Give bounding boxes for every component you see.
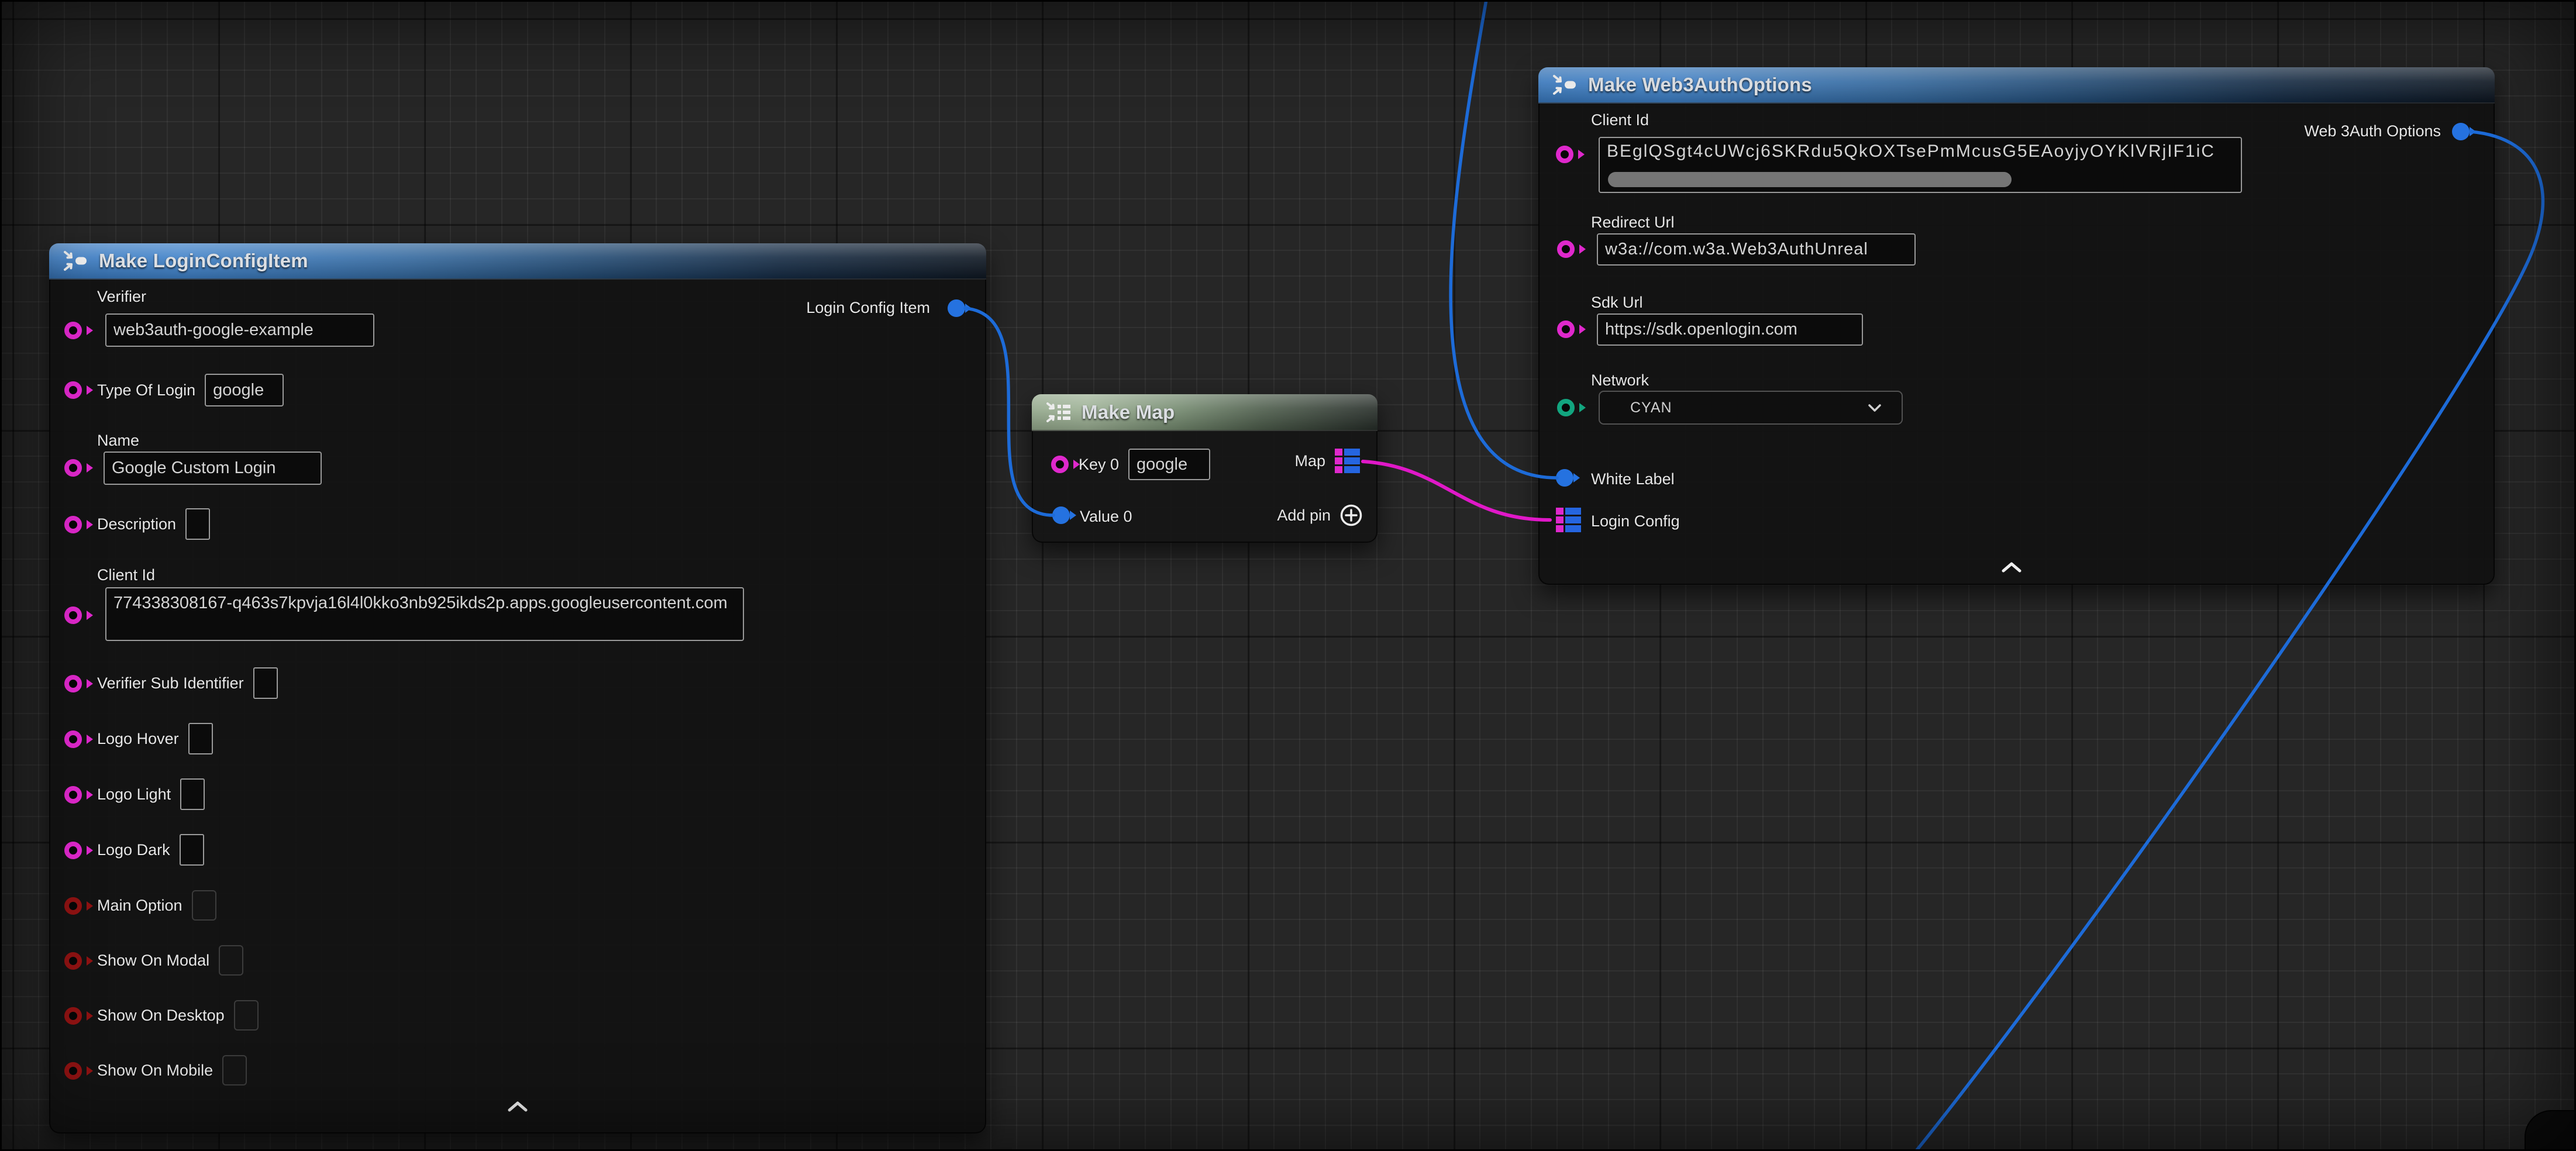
input-pin-name[interactable] xyxy=(64,459,82,477)
pin-label-show-on-mobile: Show On Mobile xyxy=(97,1062,213,1080)
pin-label-show-on-desktop: Show On Desktop xyxy=(97,1007,225,1025)
client-id-text: BEglQSgt4cUWcj6SKRdu5QkOXTsePmMcusG5EAoy… xyxy=(1607,142,2215,161)
pin-label-redirect-url: Redirect Url xyxy=(1591,213,1675,232)
logo-light-input[interactable] xyxy=(180,778,205,810)
pin-label-login-config: Login Config xyxy=(1591,512,1680,530)
input-pin-type-of-login[interactable] xyxy=(64,381,82,399)
pin-label-client-id: Client Id xyxy=(97,566,155,584)
output-pin-login-config-item[interactable] xyxy=(948,299,965,317)
input-pin-value-0[interactable] xyxy=(1052,506,1070,524)
logo-hover-input[interactable] xyxy=(188,723,213,754)
pin-label-network: Network xyxy=(1591,371,1649,390)
make-struct-icon xyxy=(62,249,89,273)
add-pin-plus-icon[interactable] xyxy=(1339,503,1363,528)
input-pin-redirect-url[interactable] xyxy=(1557,240,1575,258)
input-pin-sdk-url[interactable] xyxy=(1557,321,1575,338)
node-make-web3authoptions[interactable]: Make Web3AuthOptions Web 3Auth Options C… xyxy=(1538,67,2495,585)
pin-label-client-id: Client Id xyxy=(1591,111,1649,129)
pin-label-name: Name xyxy=(97,432,139,450)
output-pin-label-map: Map xyxy=(1294,452,1325,470)
output-pin-label: Web 3Auth Options xyxy=(2304,122,2441,140)
node-make-map[interactable]: Make Map Key 0 Map Value 0 Add pin xyxy=(1032,394,1377,543)
pin-label-type-of-login: Type Of Login xyxy=(97,381,195,399)
client-id-input[interactable]: 774338308167-q463s7kpvja16l4l0kko3nb925i… xyxy=(105,587,744,641)
input-pin-logo-dark[interactable] xyxy=(64,842,82,859)
sdk-url-input[interactable] xyxy=(1597,313,1863,346)
node-title: Make Map xyxy=(1082,401,1175,423)
output-pin-web3auth-options[interactable] xyxy=(2452,123,2470,140)
pin-label-logo-dark: Logo Dark xyxy=(97,841,170,859)
input-pin-verifier-sub-identifier[interactable] xyxy=(64,675,82,692)
make-struct-icon xyxy=(1551,73,1578,97)
pin-label-sdk-url: Sdk Url xyxy=(1591,294,1643,312)
pin-label-white-label: White Label xyxy=(1591,470,1675,488)
pin-label-key-0: Key 0 xyxy=(1079,456,1119,474)
network-dropdown[interactable]: CYAN xyxy=(1599,391,1903,425)
input-pin-key-0[interactable] xyxy=(1051,456,1069,473)
network-dropdown-value: CYAN xyxy=(1630,399,1672,416)
input-pin-show-on-mobile[interactable] xyxy=(64,1062,82,1080)
collapse-chevron-icon[interactable] xyxy=(507,1101,529,1112)
logo-dark-input[interactable] xyxy=(180,834,204,866)
pin-label-value-0: Value 0 xyxy=(1080,508,1132,526)
node-make-loginconfigitem[interactable]: Make LoginConfigItem Login Config Item V… xyxy=(49,243,986,1133)
offscreen-node-corner xyxy=(2525,1110,2576,1151)
verifier-input[interactable] xyxy=(105,313,374,347)
input-pin-login-config-icon[interactable] xyxy=(1556,508,1581,532)
show-on-mobile-checkbox[interactable] xyxy=(222,1055,247,1085)
input-pin-verifier[interactable] xyxy=(64,322,82,339)
input-pin-description[interactable] xyxy=(64,516,82,533)
pin-label-verifier-sub-identifier: Verifier Sub Identifier xyxy=(97,674,244,692)
name-input[interactable] xyxy=(104,452,322,485)
show-on-modal-checkbox[interactable] xyxy=(219,945,243,976)
add-pin-label: Add pin xyxy=(1277,506,1331,525)
redirect-url-input[interactable] xyxy=(1597,233,1916,266)
node-header-make-loginconfigitem[interactable]: Make LoginConfigItem xyxy=(49,243,986,280)
horizontal-scrollbar[interactable] xyxy=(1608,172,2012,187)
input-pin-main-option[interactable] xyxy=(64,897,82,915)
client-id-input[interactable]: BEglQSgt4cUWcj6SKRdu5QkOXTsePmMcusG5EAoy… xyxy=(1599,137,2242,193)
node-header-make-map[interactable]: Make Map xyxy=(1032,394,1377,431)
output-pin-map-icon[interactable] xyxy=(1335,449,1360,473)
node-header-make-web3authoptions[interactable]: Make Web3AuthOptions xyxy=(1538,67,2495,104)
input-pin-logo-light[interactable] xyxy=(64,786,82,804)
description-input[interactable] xyxy=(185,508,210,540)
make-map-icon xyxy=(1045,401,1072,424)
chevron-down-icon xyxy=(1868,404,1882,412)
node-title: Make Web3AuthOptions xyxy=(1588,74,1812,96)
show-on-desktop-checkbox[interactable] xyxy=(234,1000,259,1031)
pin-label-logo-hover: Logo Hover xyxy=(97,730,179,748)
input-pin-client-id[interactable] xyxy=(64,606,82,624)
collapse-chevron-icon[interactable] xyxy=(2000,561,2023,573)
input-pin-client-id[interactable] xyxy=(1556,146,1573,163)
input-pin-network[interactable] xyxy=(1557,399,1575,416)
node-title: Make LoginConfigItem xyxy=(99,250,308,272)
blueprint-graph-canvas[interactable]: Make LoginConfigItem Login Config Item V… xyxy=(0,0,2576,1151)
pin-label-show-on-modal: Show On Modal xyxy=(97,952,209,970)
wire-map-to-login-config[interactable] xyxy=(1363,461,1550,520)
input-pin-white-label[interactable] xyxy=(1556,469,1573,487)
type-of-login-input[interactable] xyxy=(205,374,284,406)
pin-label-verifier: Verifier xyxy=(97,288,146,306)
pin-label-main-option: Main Option xyxy=(97,897,182,915)
key-0-input[interactable] xyxy=(1128,449,1210,480)
pin-label-description: Description xyxy=(97,515,176,533)
input-pin-logo-hover[interactable] xyxy=(64,730,82,748)
verifier-sub-identifier-input[interactable] xyxy=(253,667,278,699)
main-option-checkbox[interactable] xyxy=(192,890,216,921)
input-pin-show-on-desktop[interactable] xyxy=(64,1007,82,1025)
output-pin-label: Login Config Item xyxy=(806,299,930,317)
input-pin-show-on-modal[interactable] xyxy=(64,952,82,970)
pin-label-logo-light: Logo Light xyxy=(97,785,171,804)
